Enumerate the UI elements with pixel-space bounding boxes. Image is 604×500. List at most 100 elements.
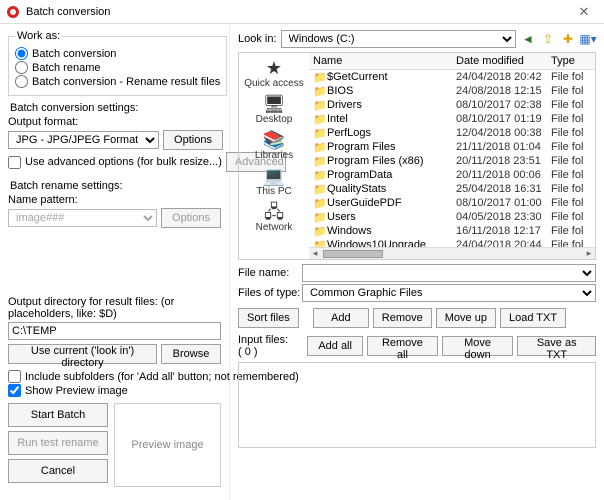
table-row[interactable]: 📁Intel08/10/2017 01:19File fol [309, 112, 595, 126]
file-header[interactable]: Name Date modified Type [309, 53, 595, 70]
file-type: File fol [551, 211, 591, 223]
close-icon[interactable]: ✕ [570, 4, 598, 20]
file-type: File fol [551, 85, 591, 97]
table-row[interactable]: 📁ProgramData20/11/2018 00:06File fol [309, 168, 595, 182]
movedown-button[interactable]: Move down [442, 336, 514, 356]
file-type: File fol [551, 113, 591, 125]
workas-group: Work as: Batch conversion Batch rename B… [8, 30, 227, 96]
browse-button[interactable]: Browse [161, 344, 221, 364]
titlebar: Batch conversion ✕ [0, 0, 604, 24]
output-dir-input[interactable] [8, 322, 221, 340]
table-row[interactable]: 📁QualityStats25/04/2018 16:31File fol [309, 182, 595, 196]
folder-icon: 📁 [313, 85, 327, 98]
sidebar-item-label: This PC [256, 186, 292, 197]
file-name: Windows10Upgrade [327, 239, 456, 247]
sb-network[interactable]: 🖧Network [256, 201, 293, 235]
table-row[interactable]: 📁UserGuidePDF08/10/2017 01:00File fol [309, 196, 595, 210]
advanced-options-checkbox[interactable]: Use advanced options (for bulk resize...… [8, 156, 222, 169]
run-test-rename-button[interactable]: Run test rename [8, 431, 108, 455]
rename-options-button[interactable]: Options [161, 208, 221, 228]
loadtxt-button[interactable]: Load TXT [500, 308, 566, 328]
table-row[interactable]: 📁Program Files21/11/2018 01:04File fol [309, 140, 595, 154]
removeall-button[interactable]: Remove all [367, 336, 438, 356]
filename-input[interactable] [302, 264, 596, 282]
folder-icon: 📁 [313, 99, 327, 112]
file-name: Intel [327, 113, 456, 125]
addall-button[interactable]: Add all [307, 336, 363, 356]
table-row[interactable]: 📁Users04/05/2018 23:30File fol [309, 210, 595, 224]
radio-batch-conversion[interactable]: Batch conversion [15, 47, 220, 60]
show-preview-checkbox[interactable]: Show Preview image [8, 384, 221, 397]
h-scrollbar[interactable]: ◂ ▸ [309, 247, 595, 259]
table-row[interactable]: 📁BIOS24/08/2018 12:15File fol [309, 84, 595, 98]
name-pattern-label: Name pattern: [8, 194, 221, 206]
filetype-select[interactable]: Common Graphic Files [302, 284, 596, 302]
file-date: 24/08/2018 12:15 [456, 85, 551, 97]
savetxt-button[interactable]: Save as TXT [517, 336, 596, 356]
file-name: QualityStats [327, 183, 456, 195]
table-row[interactable]: 📁$GetCurrent24/04/2018 20:42File fol [309, 70, 595, 84]
folder-icon: 📁 [313, 183, 327, 196]
table-row[interactable]: 📁Drivers08/10/2017 02:38File fol [309, 98, 595, 112]
remove-button[interactable]: Remove [373, 308, 432, 328]
include-subfolders-checkbox[interactable]: Include subfolders (for 'Add all' button… [8, 370, 221, 383]
file-list[interactable]: 📁$GetCurrent24/04/2018 20:42File fol📁BIO… [309, 70, 595, 247]
filetype-label: Files of type: [238, 287, 298, 299]
input-files-list[interactable] [238, 362, 596, 448]
sb-network-icon: 🖧 [264, 203, 284, 221]
file-name: Windows [327, 225, 456, 237]
output-format-select[interactable]: JPG - JPG/JPEG Format [8, 131, 159, 149]
file-type: File fol [551, 71, 591, 83]
table-row[interactable]: 📁Program Files (x86)20/11/2018 23:51File… [309, 154, 595, 168]
sb-this-pc[interactable]: 💻This PC [256, 165, 292, 199]
folder-icon: 📁 [313, 169, 327, 182]
input-files-label: Input files: ( 0 ) [238, 334, 293, 358]
filename-label: File name: [238, 267, 298, 279]
col-date[interactable]: Date modified [456, 55, 551, 67]
sb-this-pc-icon: 💻 [263, 167, 285, 185]
start-batch-button[interactable]: Start Batch [8, 403, 108, 427]
file-date: 08/10/2017 01:00 [456, 197, 551, 209]
newfolder-icon[interactable]: ✚ [560, 31, 576, 47]
radio-batch-rename[interactable]: Batch rename [15, 61, 220, 74]
table-row[interactable]: 📁Windows10Upgrade24/04/2018 20:44File fo… [309, 238, 595, 247]
file-date: 20/11/2018 00:06 [456, 169, 551, 181]
sb-desktop[interactable]: 🖥Desktop [256, 93, 293, 127]
app-icon [6, 5, 20, 19]
sb-libraries[interactable]: 📚Libraries [255, 129, 293, 163]
preview-image-box: Preview image [114, 403, 221, 487]
col-type[interactable]: Type [551, 55, 591, 67]
window-title: Batch conversion [26, 6, 570, 18]
renamesettings-legend: Batch rename settings: [8, 180, 221, 192]
add-button[interactable]: Add [313, 308, 369, 328]
col-name[interactable]: Name [313, 55, 456, 67]
cancel-button[interactable]: Cancel [8, 459, 108, 483]
back-icon[interactable]: ◄ [520, 31, 536, 47]
table-row[interactable]: 📁PerfLogs12/04/2018 00:38File fol [309, 126, 595, 140]
scroll-left-icon[interactable]: ◂ [309, 248, 321, 259]
file-type: File fol [551, 225, 591, 237]
folder-icon: 📁 [313, 211, 327, 224]
file-type: File fol [551, 155, 591, 167]
file-date: 21/11/2018 01:04 [456, 141, 551, 153]
table-row[interactable]: 📁Windows16/11/2018 12:17File fol [309, 224, 595, 238]
lookin-select[interactable]: Windows (C:) [281, 30, 516, 48]
folder-icon: 📁 [313, 127, 327, 140]
sb-quick-access[interactable]: ★Quick access [244, 57, 303, 91]
views-icon[interactable]: ▦▾ [580, 31, 596, 47]
name-pattern-select[interactable]: image### [8, 209, 157, 227]
sb-libraries-icon: 📚 [263, 131, 285, 149]
radio-batch-both[interactable]: Batch conversion - Rename result files [15, 75, 220, 88]
sidebar-item-label: Desktop [256, 114, 293, 125]
up-icon[interactable]: ⇧ [540, 31, 556, 47]
use-current-dir-button[interactable]: Use current ('look in') directory [8, 344, 157, 364]
file-name: $GetCurrent [327, 71, 456, 83]
sb-desktop-icon: 🖥 [263, 95, 286, 113]
format-options-button[interactable]: Options [163, 130, 223, 150]
file-date: 16/11/2018 12:17 [456, 225, 551, 237]
moveup-button[interactable]: Move up [436, 308, 496, 328]
scroll-thumb[interactable] [323, 250, 383, 258]
sort-files-button[interactable]: Sort files [238, 308, 299, 328]
file-browser: ★Quick access🖥Desktop📚Libraries💻This PC🖧… [238, 52, 596, 260]
scroll-right-icon[interactable]: ▸ [583, 248, 595, 259]
